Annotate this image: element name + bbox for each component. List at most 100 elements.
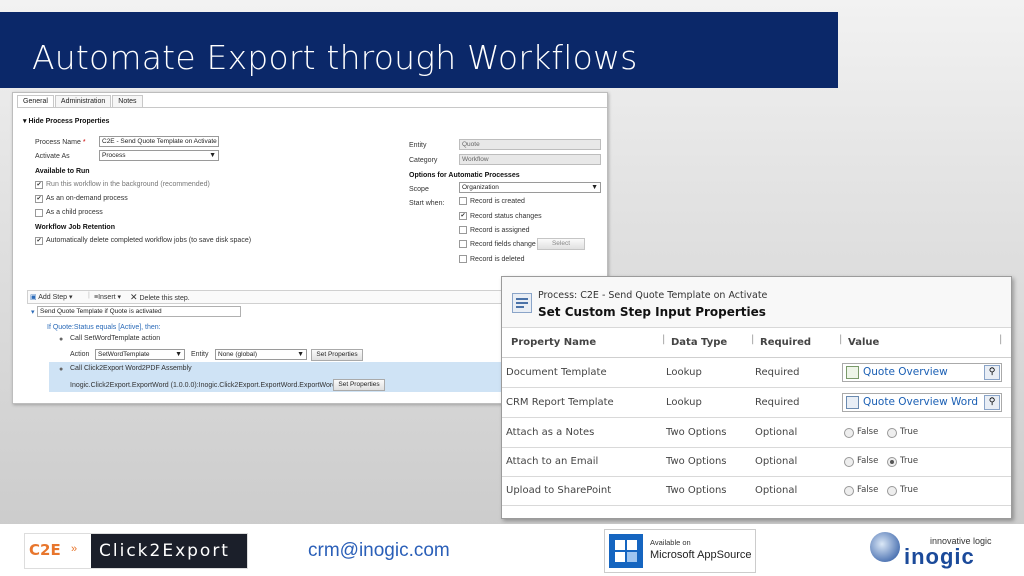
double-chevron-icon: » xyxy=(71,543,78,555)
step-entity-label: Entity xyxy=(191,351,209,358)
action2-title: Call Click2Export Word2PDF Assembly xyxy=(70,365,192,372)
template-icon xyxy=(846,366,859,379)
col-data-type: Data Type xyxy=(671,337,728,348)
custom-step-dialog: Process: C2E - Send Quote Template on Ac… xyxy=(501,276,1012,519)
run-background-label: Run this workflow in the background (rec… xyxy=(46,181,210,188)
false-label: False xyxy=(857,485,879,495)
insert-button[interactable]: ≡Insert ▾ xyxy=(94,293,121,301)
lookup-search-icon[interactable]: ⚲ xyxy=(984,365,1000,380)
step-name-input[interactable]: Send Quote Template if Quote is activate… xyxy=(37,306,241,317)
job-retention-heading: Workflow Job Retention xyxy=(35,224,115,231)
action1-title: Call SetWordTemplate action xyxy=(70,335,161,342)
select-button[interactable]: Select xyxy=(537,238,585,250)
data-type: Two Options xyxy=(666,427,727,438)
document-template-lookup[interactable]: Quote Overview ⚲ xyxy=(842,363,1002,382)
dropdown-arrow-icon: ▼ xyxy=(591,184,598,191)
entity-input: Quote xyxy=(459,139,601,150)
true-label: True xyxy=(900,427,919,437)
hide-properties-toggle[interactable]: ▾ Hide Process Properties xyxy=(23,117,109,125)
available-to-run-heading: Available to Run xyxy=(35,168,90,175)
appsource-badge[interactable]: Available on Microsoft AppSource xyxy=(604,529,756,573)
child-process-label: As a child process xyxy=(46,209,103,216)
col-value: Value xyxy=(848,337,880,348)
record-fields-checkbox[interactable] xyxy=(459,240,467,248)
start-when-label: Start when: xyxy=(409,200,445,207)
action-select[interactable]: SetWordTemplate ▼ xyxy=(95,349,185,360)
report-template-lookup[interactable]: Quote Overview Word Te ⚲ xyxy=(842,393,1002,412)
add-step-button[interactable]: ▣ Add Step ▾ xyxy=(30,293,72,301)
entity-label: Entity xyxy=(409,142,427,149)
property-name: Attach to an Email xyxy=(506,456,599,467)
add-step-icon: ▣ xyxy=(30,294,37,301)
set-properties-button-2[interactable]: Set Properties xyxy=(333,379,385,391)
true-radio[interactable] xyxy=(887,457,897,467)
property-name: Upload to SharePoint xyxy=(506,485,612,496)
property-name: CRM Report Template xyxy=(506,397,614,408)
data-type: Lookup xyxy=(666,367,702,378)
step-collapse-icon[interactable]: ▾ xyxy=(31,308,35,316)
slide-title: Automate Export through Workflows xyxy=(32,38,638,77)
lookup-value[interactable]: Quote Overview Word Te xyxy=(863,396,981,408)
required-value: Optional xyxy=(755,456,798,467)
appsource-icon xyxy=(609,534,643,568)
property-name: Attach as a Notes xyxy=(506,427,595,438)
required-value: Required xyxy=(755,397,800,408)
child-process-checkbox[interactable] xyxy=(35,209,43,217)
record-fields-label: Record fields change xyxy=(470,241,536,248)
step-entity-select[interactable]: None (global) ▼ xyxy=(215,349,307,360)
run-background-checkbox[interactable] xyxy=(35,181,43,189)
inogic-logo: innovative logic inogic xyxy=(868,528,1002,572)
report-icon xyxy=(846,396,859,409)
record-created-checkbox[interactable] xyxy=(459,197,467,205)
bullet-icon: ● xyxy=(59,336,64,343)
required-value: Optional xyxy=(755,485,798,496)
footer: C2E » Click2Export crm@inogic.com Availa… xyxy=(0,524,1024,576)
record-deleted-checkbox[interactable] xyxy=(459,255,467,263)
dialog-table-header: Property Name | Data Type | Required | V… xyxy=(502,328,1011,358)
false-radio[interactable] xyxy=(844,486,854,496)
assembly-name: Inogic.Click2Export.ExportWord (1.0.0.0)… xyxy=(70,382,354,389)
false-radio[interactable] xyxy=(844,457,854,467)
dialog-title: Set Custom Step Input Properties xyxy=(538,305,766,319)
table-row: Upload to SharePoint Two Options Optiona… xyxy=(502,476,1011,506)
c2e-mark: C2E xyxy=(29,541,61,559)
click2export-logo: C2E » Click2Export xyxy=(24,533,248,569)
table-row: Attach as a Notes Two Options Optional F… xyxy=(502,418,1011,448)
dialog-header: Process: C2E - Send Quote Template on Ac… xyxy=(502,277,1011,328)
set-properties-button[interactable]: Set Properties xyxy=(311,349,363,361)
appsource-small: Available on xyxy=(650,538,691,547)
lookup-search-icon[interactable]: ⚲ xyxy=(984,395,1000,410)
condition-text[interactable]: If Quote:Status equals [Active], then: xyxy=(47,324,161,331)
false-radio[interactable] xyxy=(844,428,854,438)
form-tabs: General Administration Notes xyxy=(17,95,144,108)
true-radio[interactable] xyxy=(887,486,897,496)
data-type: Two Options xyxy=(666,456,727,467)
true-radio[interactable] xyxy=(887,428,897,438)
on-demand-checkbox[interactable] xyxy=(35,195,43,203)
dropdown-arrow-icon: ▼ xyxy=(209,152,216,159)
category-input: Workflow xyxy=(459,154,601,165)
process-icon xyxy=(512,293,532,313)
true-label: True xyxy=(900,456,919,466)
col-property-name: Property Name xyxy=(511,337,597,348)
scope-select[interactable]: Organization ▼ xyxy=(459,182,601,193)
record-assigned-label: Record is assigned xyxy=(470,227,530,234)
action-label: Action xyxy=(70,351,90,358)
dialog-process-line: Process: C2E - Send Quote Template on Ac… xyxy=(538,290,768,301)
contact-email[interactable]: crm@inogic.com xyxy=(308,540,450,562)
bullet-icon: ● xyxy=(59,366,64,373)
on-demand-label: As an on-demand process xyxy=(46,195,128,202)
record-assigned-checkbox[interactable] xyxy=(459,226,467,234)
record-created-label: Record is created xyxy=(470,198,525,205)
auto-delete-label: Automatically delete completed workflow … xyxy=(46,237,252,244)
required-value: Required xyxy=(755,367,800,378)
process-name-input[interactable]: C2E - Send Quote Template on Activate xyxy=(99,136,219,147)
delete-step-button[interactable]: ✕ Delete this step. xyxy=(130,292,190,303)
false-label: False xyxy=(857,456,879,466)
record-status-checkbox[interactable] xyxy=(459,212,467,220)
activate-as-select[interactable]: Process ▼ xyxy=(99,150,219,161)
lookup-value[interactable]: Quote Overview xyxy=(863,366,981,378)
auto-delete-checkbox[interactable] xyxy=(35,237,43,245)
data-type: Two Options xyxy=(666,485,727,496)
inogic-globe-icon xyxy=(870,532,900,562)
